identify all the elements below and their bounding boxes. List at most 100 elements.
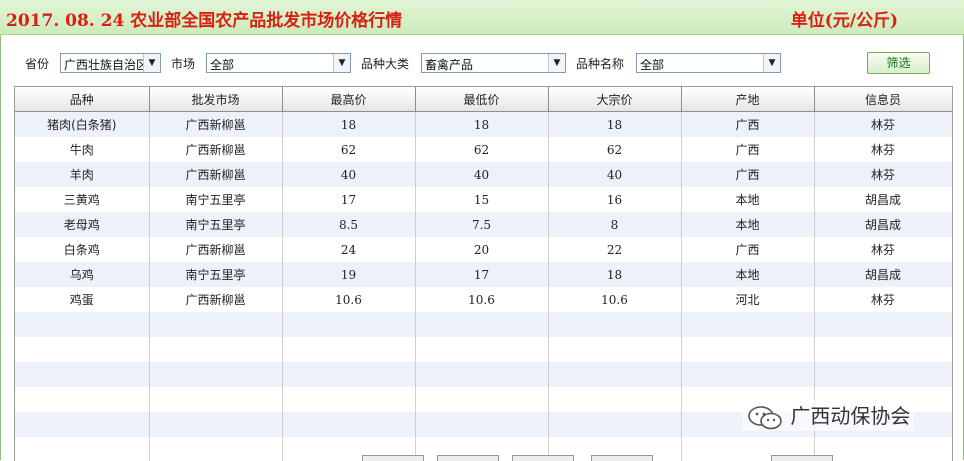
cell-max-price: 40 — [282, 162, 416, 187]
cell-min-price: 40 — [415, 162, 549, 187]
column-header-market[interactable]: 批发市场 — [149, 87, 283, 112]
column-header-max-price[interactable]: 最高价 — [282, 87, 416, 112]
watermark-text: 广西动保协会 — [790, 404, 911, 428]
table-row[interactable]: 牛肉 广西新柳邕 62 62 62 广西 林芬 — [15, 137, 952, 162]
cell-market: 广西新柳邕 — [149, 111, 283, 137]
cell-bulk-price: 10.6 — [548, 287, 682, 312]
cell-reporter: 林芬 — [814, 111, 952, 137]
variety-label: 品种名称 — [576, 57, 625, 71]
empty-row — [15, 312, 952, 337]
cell-variety: 猪肉(白条猪) — [15, 111, 150, 137]
cell-variety: 白条鸡 — [15, 237, 150, 262]
cell-reporter: 林芬 — [814, 137, 952, 162]
category-select[interactable]: 畜禽产品 ▼ — [421, 53, 566, 73]
table-row[interactable]: 羊肉 广西新柳邕 40 40 40 广西 林芬 — [15, 162, 952, 187]
pager-button[interactable] — [591, 455, 653, 461]
main-panel: 省份 广西壮族自治区 ▼ 市场 全部 ▼ 品种大类 畜禽产品 ▼ 品种名称 全部… — [0, 35, 964, 461]
cell-origin: 广西 — [681, 111, 815, 137]
column-header-bulk-price[interactable]: 大宗价 — [548, 87, 682, 112]
table-row[interactable]: 鸡蛋 广西新柳邕 10.6 10.6 10.6 河北 林芬 — [15, 287, 952, 312]
cell-origin: 河北 — [681, 287, 815, 312]
table-row[interactable]: 三黄鸡 南宁五里亭 17 15 16 本地 胡昌成 — [15, 187, 952, 212]
cell-variety: 牛肉 — [15, 137, 150, 162]
cell-origin: 广西 — [681, 137, 815, 162]
table-row[interactable]: 白条鸡 广西新柳邕 24 20 22 广西 林芬 — [15, 237, 952, 262]
wechat-icon — [748, 405, 782, 429]
column-header-variety[interactable]: 品种 — [15, 87, 150, 112]
cell-origin: 广西 — [681, 237, 815, 262]
cell-reporter: 林芬 — [814, 237, 952, 262]
cell-variety: 乌鸡 — [15, 262, 150, 287]
table-row[interactable]: 老母鸡 南宁五里亭 8.5 7.5 8 本地 胡昌成 — [15, 212, 952, 237]
column-header-reporter[interactable]: 信息员 — [814, 87, 952, 112]
province-select[interactable]: 广西壮族自治区 ▼ — [60, 53, 161, 73]
cell-reporter: 胡昌成 — [814, 212, 952, 237]
province-label: 省份 — [25, 57, 50, 71]
cell-reporter: 胡昌成 — [814, 262, 952, 287]
cell-min-price: 18 — [415, 111, 549, 137]
column-header-min-price[interactable]: 最低价 — [415, 87, 549, 112]
empty-row — [15, 337, 952, 362]
cell-origin: 本地 — [681, 187, 815, 212]
chevron-down-icon[interactable]: ▼ — [143, 54, 160, 72]
watermark: 广西动保协会 — [742, 400, 915, 431]
cell-reporter: 胡昌成 — [814, 187, 952, 212]
cell-bulk-price: 8 — [548, 212, 682, 237]
table-row[interactable]: 乌鸡 南宁五里亭 19 17 18 本地 胡昌成 — [15, 262, 952, 287]
cell-max-price: 17 — [282, 187, 416, 212]
pager-button[interactable] — [512, 455, 574, 461]
category-label: 品种大类 — [361, 57, 410, 71]
chevron-down-icon[interactable]: ▼ — [333, 54, 350, 72]
chevron-down-icon[interactable]: ▼ — [548, 54, 565, 72]
cell-origin: 广西 — [681, 162, 815, 187]
province-value: 广西壮族自治区 — [64, 58, 144, 72]
category-value: 畜禽产品 — [425, 58, 474, 72]
cell-origin: 本地 — [681, 212, 815, 237]
cell-max-price: 62 — [282, 137, 416, 162]
pager-button[interactable] — [362, 455, 424, 461]
cell-bulk-price: 62 — [548, 137, 682, 162]
cell-market: 广西新柳邕 — [149, 137, 283, 162]
cell-variety: 三黄鸡 — [15, 187, 150, 212]
market-select[interactable]: 全部 ▼ — [206, 53, 351, 73]
empty-row — [15, 362, 952, 387]
cell-min-price: 7.5 — [415, 212, 549, 237]
cell-bulk-price: 40 — [548, 162, 682, 187]
cell-market: 南宁五里亭 — [149, 262, 283, 287]
cell-variety: 老母鸡 — [15, 212, 150, 237]
chevron-down-icon[interactable]: ▼ — [763, 54, 780, 72]
variety-value: 全部 — [640, 58, 665, 72]
title-bar: 2017. 08. 24 农业部全国农产品批发市场价格行情 单位(元/公斤) — [0, 0, 964, 35]
cell-max-price: 24 — [282, 237, 416, 262]
cell-variety: 鸡蛋 — [15, 287, 150, 312]
cell-market: 广西新柳邕 — [149, 162, 283, 187]
cell-min-price: 15 — [415, 187, 549, 212]
cell-market: 南宁五里亭 — [149, 187, 283, 212]
cell-bulk-price: 22 — [548, 237, 682, 262]
cell-bulk-price: 16 — [548, 187, 682, 212]
unit-label: 单位(元/公斤) — [790, 11, 898, 31]
table-header-row: 品种 批发市场 最高价 最低价 大宗价 产地 信息员 — [15, 87, 952, 112]
cell-max-price: 19 — [282, 262, 416, 287]
pager-button[interactable] — [771, 455, 833, 461]
filter-button[interactable]: 筛选 — [867, 52, 930, 74]
column-header-origin[interactable]: 产地 — [681, 87, 815, 112]
market-value: 全部 — [210, 58, 235, 72]
variety-select[interactable]: 全部 ▼ — [636, 53, 781, 73]
cell-min-price: 17 — [415, 262, 549, 287]
cell-origin: 本地 — [681, 262, 815, 287]
cell-reporter: 林芬 — [814, 287, 952, 312]
cell-variety: 羊肉 — [15, 162, 150, 187]
page-title: 2017. 08. 24 农业部全国农产品批发市场价格行情 — [6, 11, 403, 31]
cell-market: 广西新柳邕 — [149, 237, 283, 262]
cell-reporter: 林芬 — [814, 162, 952, 187]
pager-button[interactable] — [437, 455, 499, 461]
table-row[interactable]: 猪肉(白条猪) 广西新柳邕 18 18 18 广西 林芬 — [15, 111, 952, 137]
cell-min-price: 10.6 — [415, 287, 549, 312]
cell-min-price: 20 — [415, 237, 549, 262]
cell-min-price: 62 — [415, 137, 549, 162]
cell-market: 南宁五里亭 — [149, 212, 283, 237]
cell-max-price: 10.6 — [282, 287, 416, 312]
cell-bulk-price: 18 — [548, 262, 682, 287]
cell-market: 广西新柳邕 — [149, 287, 283, 312]
